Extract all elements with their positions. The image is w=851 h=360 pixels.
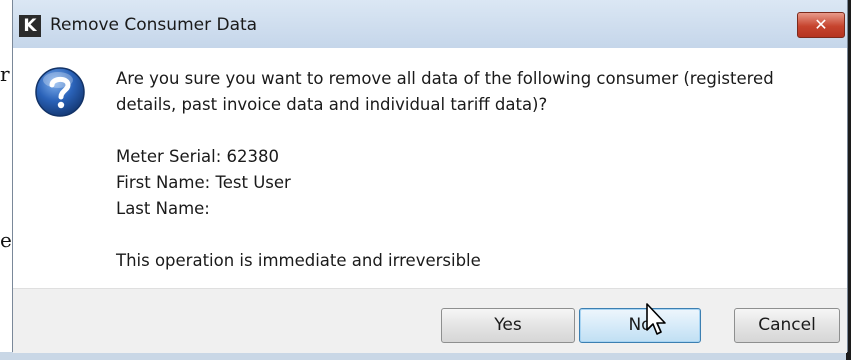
dialog-body: Are you sure you want to remove all data… <box>13 48 847 288</box>
question-mark-icon <box>35 67 85 117</box>
background-window-text: r <box>0 62 10 86</box>
background-window-text: e <box>0 228 12 252</box>
consumer-details: Meter Serial: 62380 First Name: Test Use… <box>116 144 826 222</box>
irreversible-warning: This operation is immediate and irrevers… <box>116 251 481 270</box>
app-logo-icon: K <box>19 15 41 37</box>
close-button[interactable]: ✕ <box>797 12 845 38</box>
yes-button[interactable]: Yes <box>441 308 575 343</box>
dialog-title: Remove Consumer Data <box>50 15 258 35</box>
remove-consumer-dialog: K Remove Consumer Data ✕ Are you sure yo… <box>12 0 848 353</box>
dialog-button-bar: Yes No Cancel <box>13 288 847 353</box>
first-name-line: First Name: Test User <box>116 173 291 192</box>
meter-serial-line: Meter Serial: 62380 <box>116 147 280 166</box>
no-button[interactable]: No <box>579 308 701 343</box>
last-name-line: Last Name: <box>116 199 210 218</box>
cancel-button[interactable]: Cancel <box>734 308 840 343</box>
background-window-border <box>0 352 851 360</box>
confirmation-question: Are you sure you want to remove all data… <box>116 69 774 114</box>
close-icon: ✕ <box>814 15 828 34</box>
dialog-titlebar[interactable]: K Remove Consumer Data ✕ <box>13 0 847 49</box>
screen: r e K Remove Consumer Data ✕ Are you sur… <box>0 0 851 360</box>
dialog-message: Are you sure you want to remove all data… <box>116 66 826 274</box>
